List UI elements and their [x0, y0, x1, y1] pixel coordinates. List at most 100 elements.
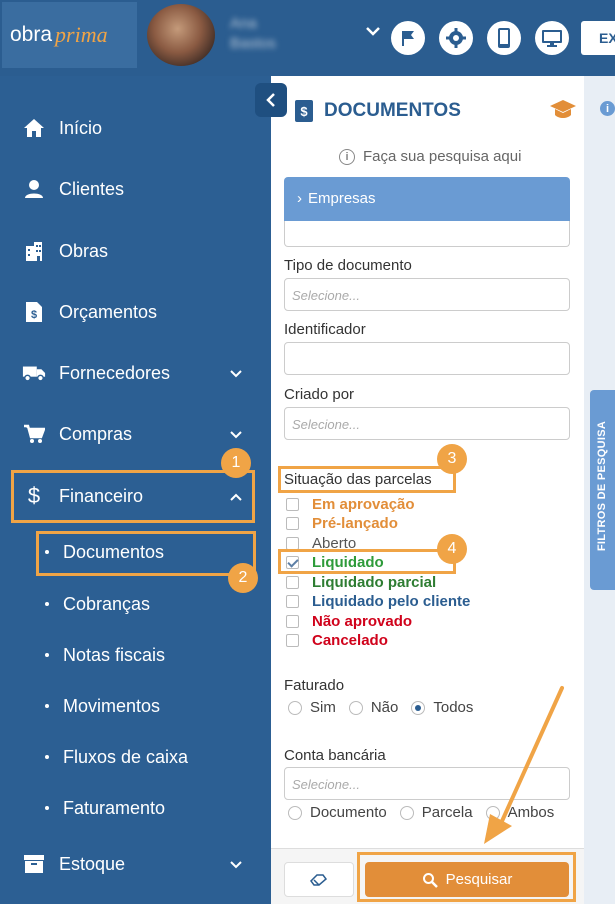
situacao-checkbox[interactable] [286, 575, 299, 589]
chevron-left-icon [266, 93, 275, 107]
situacao-option-label: Pré-lançado [312, 514, 398, 532]
radio-sim[interactable] [288, 700, 302, 715]
situacao-option-5[interactable]: Liquidado pelo cliente [286, 591, 470, 611]
sidebar-item-label: Orçamentos [59, 301, 158, 322]
situacao-checkbox[interactable] [286, 516, 299, 530]
filters-tab[interactable]: FILTROS DE PESQUISA [590, 390, 615, 590]
flag-button[interactable] [391, 21, 425, 55]
collapse-sidebar-button[interactable] [255, 83, 287, 117]
bullet-icon [45, 602, 49, 606]
bullet-icon [45, 704, 49, 708]
faturado-radio-group: Sim Não Todos [288, 699, 486, 716]
radio-nao-label: Não [370, 699, 399, 716]
radio-todos-label: Todos [433, 699, 474, 716]
bullet-icon [45, 806, 49, 810]
situacao-option-7[interactable]: Cancelado [286, 630, 388, 650]
situacao-checkbox[interactable] [286, 555, 299, 569]
sidebar-item-fornecedores[interactable]: Fornecedores [0, 353, 271, 393]
exit-button[interactable]: EX [581, 21, 615, 55]
situacao-checkbox[interactable] [286, 497, 299, 511]
situacao-option-2[interactable]: Aberto [286, 533, 356, 553]
mobile-button[interactable] [487, 21, 521, 55]
tipo-documento-select[interactable]: Selecione... [284, 278, 570, 311]
search-hint-text: Faça sua pesquisa aqui [363, 148, 522, 165]
step-badge-1: 1 [221, 448, 251, 478]
sidebar-subitem-label: Documentos [63, 541, 165, 562]
eraser-icon [310, 873, 328, 886]
situacao-checkbox[interactable] [286, 614, 299, 628]
sidebar-item-financeiro[interactable]: $ Financeiro [0, 476, 271, 516]
situacao-option-label: Liquidado parcial [312, 573, 437, 591]
radio-parcela[interactable] [399, 805, 414, 820]
criado-por-select[interactable]: Selecione... [284, 407, 570, 440]
bullet-icon [45, 755, 49, 759]
identificador-input[interactable] [284, 342, 570, 375]
home-icon [22, 116, 46, 140]
sidebar-item-label: Obras [59, 240, 109, 261]
situacao-option-label: Aberto [312, 534, 357, 552]
info-icon: i [339, 148, 355, 165]
radio-parcela-label: Parcela [421, 804, 473, 821]
empresas-accordion[interactable]: › Empresas [284, 177, 570, 221]
app-logo[interactable]: obra prima [2, 2, 137, 68]
sidebar-item-clientes[interactable]: Clientes [0, 169, 271, 209]
sidebar-subitem-notas-fiscais[interactable]: Notas fiscais [0, 637, 271, 673]
situacao-option-label: Não aprovado [312, 612, 413, 630]
chevron-down-icon [230, 426, 242, 442]
monitor-icon [542, 30, 562, 47]
settings-button[interactable] [439, 21, 473, 55]
situacao-option-4[interactable]: Liquidado parcial [286, 572, 436, 592]
buildings-icon [22, 239, 46, 263]
situacao-checkbox[interactable] [286, 633, 299, 647]
user-menu-chevron-down-icon[interactable] [365, 24, 381, 42]
user-name[interactable]: Ana Bastos [230, 14, 276, 54]
sidebar-item-label: Clientes [59, 178, 125, 199]
faturado-label: Faturado [284, 677, 345, 694]
radio-nao[interactable] [348, 700, 363, 715]
sidebar-item-label: Compras [59, 423, 133, 444]
info-icon[interactable]: i [600, 101, 615, 116]
sidebar-item-orcamentos[interactable]: $ Orçamentos [0, 292, 271, 332]
sidebar-subitem-movimentos[interactable]: Movimentos [0, 688, 271, 724]
sidebar-item-label: Estoque [59, 853, 126, 874]
radio-documento[interactable] [288, 805, 302, 820]
sidebar-item-label: Início [59, 117, 103, 138]
situacao-option-6[interactable]: Não aprovado [286, 611, 412, 631]
avatar[interactable] [147, 4, 215, 66]
sidebar-subitem-faturamento[interactable]: Faturamento [0, 790, 271, 826]
graduation-cap-icon[interactable] [549, 98, 577, 125]
bullet-icon [45, 653, 49, 657]
sidebar-subitem-label: Cobranças [63, 593, 151, 614]
situacao-option-label: Liquidado pelo cliente [312, 592, 471, 610]
gear-icon [446, 28, 466, 48]
sidebar-subitem-cobrancas[interactable]: Cobranças [0, 586, 271, 622]
logo-text-prima: prima [55, 22, 108, 47]
logo-text-obra: obra [10, 23, 53, 46]
sidebar-subitem-label: Faturamento [63, 797, 166, 818]
sidebar-subitem-label: Movimentos [63, 695, 161, 716]
situacao-checkbox[interactable] [286, 594, 299, 608]
radio-todos[interactable] [411, 700, 426, 715]
sidebar-item-inicio[interactable]: Início [0, 108, 271, 148]
person-icon [22, 177, 46, 201]
conta-bancaria-label: Conta bancária [284, 747, 386, 764]
sidebar-item-obras[interactable]: Obras [0, 231, 271, 271]
sidebar-subitem-fluxos-de-caixa[interactable]: Fluxos de caixa [0, 739, 271, 775]
desktop-button[interactable] [535, 21, 569, 55]
chevron-right-icon: › [297, 190, 302, 207]
empresas-field[interactable] [284, 221, 570, 247]
empresas-accordion-label: Empresas [308, 190, 376, 207]
step-badge-3: 3 [437, 444, 467, 474]
sidebar-subitem-documentos[interactable]: Documentos [0, 534, 271, 570]
situacao-checkbox[interactable] [286, 536, 299, 550]
dollar-icon: $ [27, 483, 41, 508]
tutorial-arrow-icon [484, 686, 564, 844]
clear-filters-button[interactable] [284, 862, 354, 897]
sidebar-item-estoque[interactable]: Estoque [0, 844, 271, 884]
bullet-icon [45, 550, 49, 554]
situacao-option-3[interactable]: Liquidado [286, 552, 384, 572]
search-button[interactable]: Pesquisar [365, 862, 569, 897]
situacao-option-1[interactable]: Pré-lançado [286, 513, 398, 533]
situacao-option-0[interactable]: Em aprovação [286, 494, 415, 514]
situacao-option-label: Cancelado [312, 631, 388, 649]
